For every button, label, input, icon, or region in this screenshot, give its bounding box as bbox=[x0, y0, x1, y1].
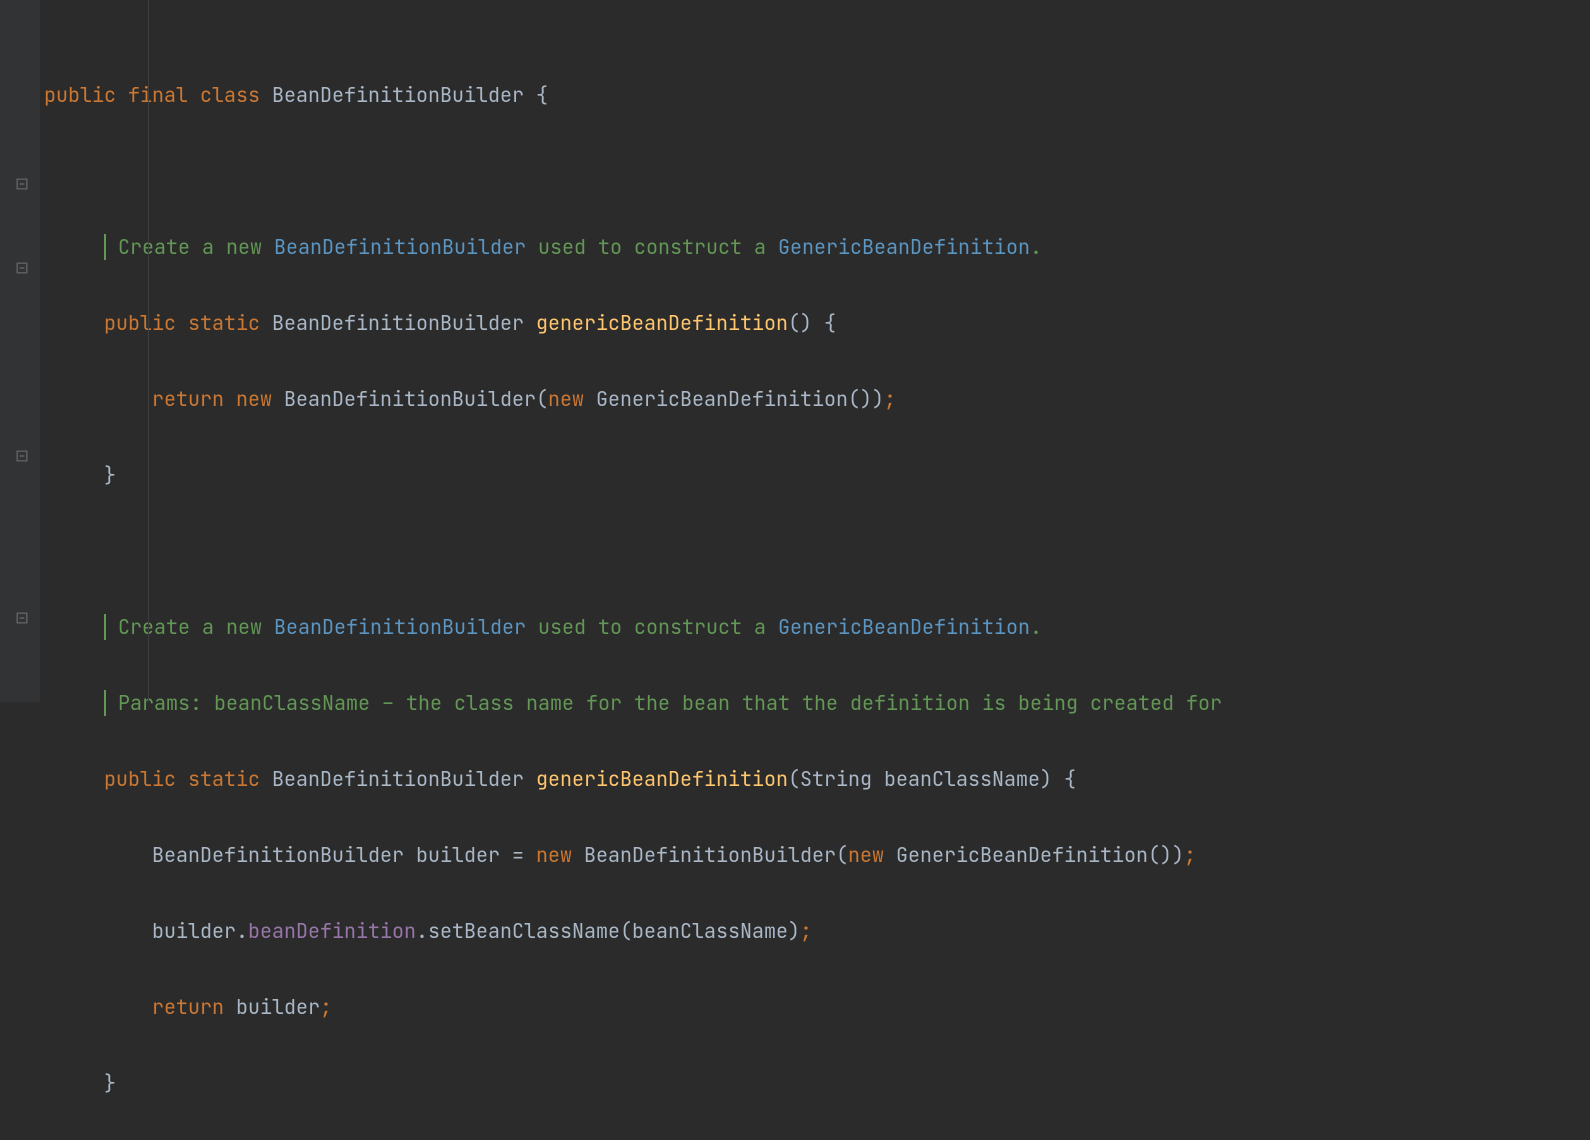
javadoc-line: Create a new BeanDefinitionBuilder used … bbox=[44, 228, 1590, 266]
code-line: public static BeanDefinitionBuilder gene… bbox=[44, 760, 1590, 798]
code-editor[interactable]: public final class BeanDefinitionBuilder… bbox=[40, 0, 1590, 702]
code-line bbox=[44, 532, 1590, 570]
code-line: BeanDefinitionBuilder builder = new Bean… bbox=[44, 836, 1590, 874]
code-line: return builder; bbox=[44, 988, 1590, 1026]
fold-icon[interactable] bbox=[16, 450, 28, 462]
code-line: builder.beanDefinition.setBeanClassName(… bbox=[44, 912, 1590, 950]
code-line: return new BeanDefinitionBuilder(new Gen… bbox=[44, 380, 1590, 418]
code-line bbox=[44, 152, 1590, 190]
fold-icon[interactable] bbox=[16, 262, 28, 274]
javadoc-line: Create a new BeanDefinitionBuilder used … bbox=[44, 608, 1590, 646]
fold-icon[interactable] bbox=[16, 612, 28, 624]
code-line: } bbox=[44, 1064, 1590, 1102]
javadoc-line: Params: beanClassName – the class name f… bbox=[44, 684, 1590, 722]
code-line: } bbox=[44, 456, 1590, 494]
code-line: public final class BeanDefinitionBuilder… bbox=[44, 76, 1590, 114]
code-line: public static BeanDefinitionBuilder gene… bbox=[44, 304, 1590, 342]
fold-icon[interactable] bbox=[16, 178, 28, 190]
editor-gutter[interactable] bbox=[0, 0, 40, 702]
